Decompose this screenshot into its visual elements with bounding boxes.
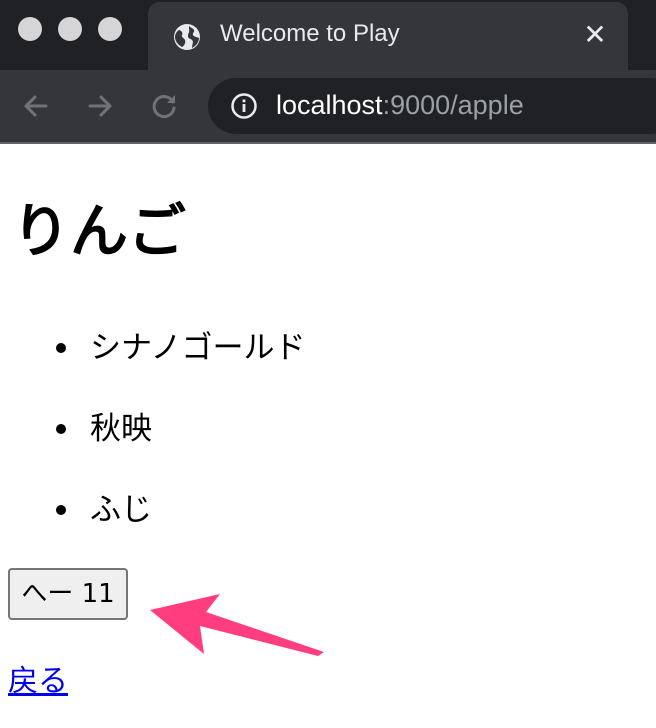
list-item: 秋映	[0, 405, 305, 486]
url-text: localhost:9000/apple	[276, 90, 524, 121]
window-close-dot[interactable]	[18, 17, 42, 41]
tab-title: Welcome to Play	[220, 20, 400, 47]
browser-title-bar: Welcome to Play ✕	[0, 0, 656, 70]
count-button[interactable]: へー 11	[8, 568, 128, 620]
list-item: シナノゴールド	[0, 324, 305, 405]
apple-name: 秋映	[90, 411, 152, 447]
globe-icon	[174, 24, 200, 50]
annotation-arrow-icon	[150, 594, 324, 656]
back-arrow-icon[interactable]	[20, 90, 52, 122]
url-path: :9000/apple	[382, 90, 524, 120]
browser-tab[interactable]: Welcome to Play ✕	[148, 2, 628, 70]
window-minimize-dot[interactable]	[58, 17, 82, 41]
list-item: ふじ	[0, 486, 305, 567]
apple-list: シナノゴールド 秋映 ふじ	[0, 324, 305, 567]
back-link[interactable]: 戻る	[8, 656, 68, 700]
apple-name: シナノゴールド	[90, 330, 306, 366]
address-bar[interactable]: localhost:9000/apple	[208, 78, 656, 134]
bullet	[56, 505, 66, 515]
bullet	[56, 343, 66, 353]
bullet	[56, 424, 66, 434]
close-tab-icon[interactable]: ✕	[580, 20, 610, 50]
reload-icon[interactable]	[148, 90, 180, 122]
forward-arrow-icon[interactable]	[84, 90, 116, 122]
browser-toolbar: localhost:9000/apple	[0, 70, 656, 144]
window-maximize-dot[interactable]	[98, 17, 122, 41]
url-host: localhost	[276, 90, 383, 120]
info-icon[interactable]	[230, 92, 258, 120]
apple-name: ふじ	[90, 492, 152, 528]
page-title: りんご	[12, 197, 187, 265]
